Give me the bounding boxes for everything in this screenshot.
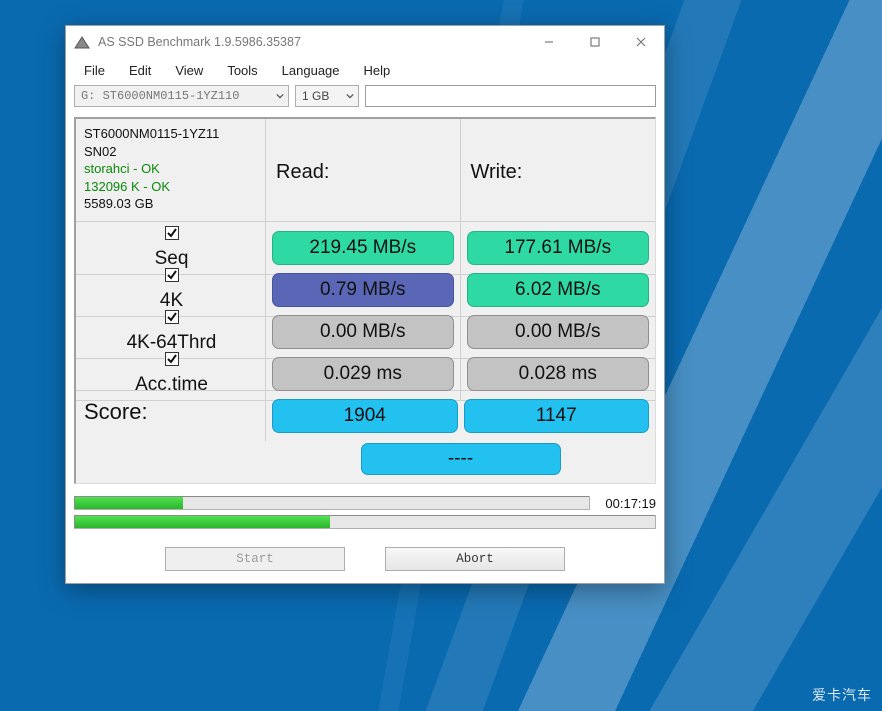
row-score: Score: 1904 1147 ---- bbox=[76, 390, 655, 483]
score-total: ---- bbox=[361, 443, 561, 475]
chevron-down-icon bbox=[346, 92, 354, 100]
seq-write: 177.61 MB/s bbox=[467, 231, 650, 265]
test-size-value: 1 GB bbox=[302, 89, 329, 103]
toolbar-text-input[interactable] bbox=[365, 85, 656, 107]
window-title: AS SSD Benchmark 1.9.5986.35387 bbox=[98, 35, 301, 49]
acc-write: 0.028 ms bbox=[467, 357, 650, 391]
maximize-button[interactable] bbox=[572, 26, 618, 58]
acc-read: 0.029 ms bbox=[272, 357, 454, 391]
toolbar: G: ST6000NM0115-1YZ110 1 GB bbox=[66, 85, 664, 113]
alignment-status: 132096 K - OK bbox=[84, 178, 257, 196]
app-window: AS SSD Benchmark 1.9.5986.35387 File Edi… bbox=[65, 25, 665, 584]
current-progress-fill bbox=[75, 516, 330, 528]
device-info: ST6000NM0115-1YZ11 SN02 storahci - OK 13… bbox=[76, 119, 266, 222]
menu-file[interactable]: File bbox=[74, 61, 115, 80]
menu-edit[interactable]: Edit bbox=[119, 61, 161, 80]
menubar: File Edit View Tools Language Help bbox=[66, 58, 664, 85]
4k-read: 0.79 MB/s bbox=[272, 273, 454, 307]
4k64-write: 0.00 MB/s bbox=[467, 315, 650, 349]
4k64-read: 0.00 MB/s bbox=[272, 315, 454, 349]
button-row: Start Abort bbox=[66, 539, 664, 583]
close-button[interactable] bbox=[618, 26, 664, 58]
checkbox-4k[interactable] bbox=[165, 268, 179, 282]
elapsed-time: 00:17:19 bbox=[598, 496, 656, 511]
row-4k64: 4K-64Thrd 0.00 MB/s 0.00 MB/s bbox=[76, 306, 655, 348]
checkbox-seq[interactable] bbox=[165, 226, 179, 240]
menu-tools[interactable]: Tools bbox=[217, 61, 267, 80]
abort-button[interactable]: Abort bbox=[385, 547, 565, 571]
menu-language[interactable]: Language bbox=[272, 61, 350, 80]
seq-read: 219.45 MB/s bbox=[272, 231, 454, 265]
score-write: 1147 bbox=[464, 399, 650, 433]
score-read: 1904 bbox=[272, 399, 458, 433]
test-size-select[interactable]: 1 GB bbox=[295, 85, 359, 107]
start-button: Start bbox=[165, 547, 345, 571]
chevron-down-icon bbox=[276, 92, 284, 100]
checkbox-4k64[interactable] bbox=[165, 310, 179, 324]
results-area: ST6000NM0115-1YZ11 SN02 storahci - OK 13… bbox=[66, 113, 664, 492]
4k-write: 6.02 MB/s bbox=[467, 273, 650, 307]
menu-help[interactable]: Help bbox=[354, 61, 401, 80]
titlebar[interactable]: AS SSD Benchmark 1.9.5986.35387 bbox=[66, 26, 664, 58]
row-seq: Seq 219.45 MB/s 177.61 MB/s bbox=[76, 222, 655, 264]
menu-view[interactable]: View bbox=[165, 61, 213, 80]
device-firmware: SN02 bbox=[84, 143, 257, 161]
drive-select[interactable]: G: ST6000NM0115-1YZ110 bbox=[74, 85, 289, 107]
label-score: Score: bbox=[76, 391, 266, 441]
device-model: ST6000NM0115-1YZ11 bbox=[84, 125, 257, 143]
row-4k: 4K 0.79 MB/s 6.02 MB/s bbox=[76, 264, 655, 306]
device-capacity: 5589.03 GB bbox=[84, 195, 257, 213]
minimize-button[interactable] bbox=[526, 26, 572, 58]
driver-status: storahci - OK bbox=[84, 160, 257, 178]
watermark: 爱卡汽车 bbox=[812, 685, 872, 705]
row-acc: Acc.time 0.029 ms 0.028 ms bbox=[76, 348, 655, 390]
overall-progress-fill bbox=[75, 497, 183, 509]
drive-select-value: G: ST6000NM0115-1YZ110 bbox=[81, 89, 239, 103]
window-controls bbox=[526, 26, 664, 58]
app-icon bbox=[74, 35, 90, 49]
results-grid: ST6000NM0115-1YZ11 SN02 storahci - OK 13… bbox=[74, 117, 656, 484]
grid-header-row: ST6000NM0115-1YZ11 SN02 storahci - OK 13… bbox=[76, 119, 655, 222]
header-write: Write: bbox=[461, 119, 656, 222]
header-read: Read: bbox=[266, 119, 461, 222]
progress-area: 00:17:19 bbox=[66, 492, 664, 539]
overall-progress bbox=[74, 496, 590, 510]
current-progress bbox=[74, 515, 656, 529]
checkbox-acc[interactable] bbox=[165, 352, 179, 366]
